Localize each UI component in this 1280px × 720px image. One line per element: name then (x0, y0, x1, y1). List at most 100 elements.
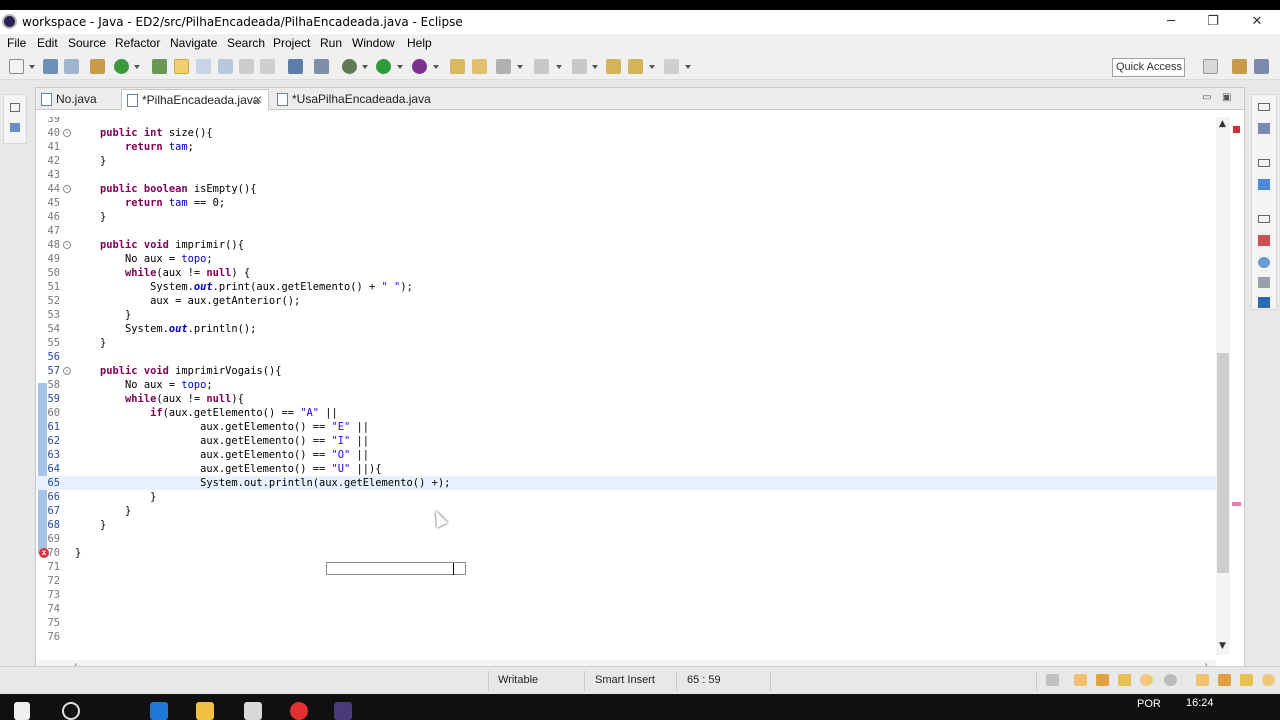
code-line[interactable]: 67 } (36, 504, 1216, 518)
code-line[interactable]: 68 } (36, 518, 1216, 532)
close-button[interactable]: ✕ (1242, 12, 1272, 32)
code-line[interactable]: 70} (36, 546, 1216, 560)
code-line[interactable]: 59 while(aux != null){ (36, 392, 1216, 406)
new-icon[interactable] (9, 59, 24, 74)
code-line[interactable]: 63 aux.getElemento() == "O" || (36, 448, 1216, 462)
search-dropdown-icon[interactable] (517, 65, 523, 69)
back-dropdown-icon[interactable] (649, 65, 655, 69)
code-line[interactable]: 75 (36, 616, 1216, 630)
heap-icon[interactable] (1262, 674, 1275, 686)
code-line[interactable]: 73 (36, 588, 1216, 602)
code-line[interactable]: 42 } (36, 154, 1216, 168)
code-line[interactable]: 55 } (36, 336, 1216, 350)
code-line[interactable]: 61 aux.getElemento() == "E" || (36, 420, 1216, 434)
run-icon[interactable] (376, 59, 391, 74)
bookmarks-icon[interactable] (1096, 674, 1109, 686)
fold-toggle-icon[interactable]: - (63, 241, 71, 249)
forward-dropdown-icon[interactable] (685, 65, 691, 69)
toggle-mark-occurrences-icon[interactable] (174, 59, 189, 74)
input-language[interactable]: POR (1137, 698, 1161, 710)
code-line[interactable]: 60 if(aux.getElemento() == "A" || (36, 406, 1216, 420)
problems-icon[interactable] (1258, 235, 1270, 246)
open-type-icon[interactable] (152, 59, 167, 74)
show-view-icon[interactable] (1046, 674, 1059, 686)
code-line[interactable]: 46 } (36, 210, 1216, 224)
menu-run[interactable]: Run (320, 36, 342, 50)
package-icon[interactable] (90, 59, 105, 74)
code-line[interactable]: 72 (36, 574, 1216, 588)
open-perspective-icon[interactable] (1203, 59, 1218, 74)
code-line[interactable]: 50 while(aux != null) { (36, 266, 1216, 280)
store-icon[interactable] (244, 702, 262, 720)
fold-toggle-icon[interactable]: - (63, 367, 71, 375)
menu-window[interactable]: Window (352, 36, 395, 50)
code-line[interactable]: 43 (36, 168, 1216, 182)
clock-time[interactable]: 16:24 (1186, 697, 1214, 709)
menu-navigate[interactable]: Navigate (170, 36, 217, 50)
pilcrow-icon[interactable] (260, 59, 275, 74)
console-icon[interactable] (288, 59, 303, 74)
external-tools-icon[interactable] (412, 59, 427, 74)
menu-project[interactable]: Project (273, 36, 310, 50)
scroll-up-icon[interactable]: ▲ (1219, 119, 1226, 129)
menu-edit[interactable]: Edit (37, 36, 58, 50)
minimize-button[interactable]: ─ (1156, 12, 1186, 32)
code-line[interactable]: 41 return tam; (36, 140, 1216, 154)
package-explorer-icon[interactable] (10, 123, 20, 132)
next-annotation-icon[interactable] (534, 59, 549, 74)
task-list-icon[interactable] (1258, 123, 1270, 134)
run-dropdown-icon[interactable] (397, 65, 403, 69)
code-line[interactable]: 62 aux.getElemento() == "I" || (36, 434, 1216, 448)
search-view-icon[interactable] (1118, 674, 1131, 686)
fold-toggle-icon[interactable]: - (63, 185, 71, 193)
code-editor[interactable]: 39 40- public int size(){41 return tam; 42… (36, 117, 1216, 647)
menu-help[interactable]: Help (407, 36, 432, 50)
file-explorer-icon[interactable] (196, 702, 214, 720)
open-folder-icon[interactable] (450, 59, 465, 74)
quick-access-field[interactable]: Quick Access (1112, 58, 1185, 77)
start-icon[interactable] (14, 702, 30, 720)
external-dropdown-icon[interactable] (433, 65, 439, 69)
search-icon[interactable] (496, 59, 511, 74)
minimize-editor-icon[interactable]: ▭ (1202, 92, 1211, 103)
menu-search[interactable]: Search (227, 36, 265, 50)
code-line[interactable]: 44- public boolean isEmpty(){ (36, 182, 1216, 196)
back-icon[interactable] (628, 59, 643, 74)
open-task-icon[interactable] (472, 59, 487, 74)
code-line[interactable]: 52 aux = aux.getAnterior(); (36, 294, 1216, 308)
code-line[interactable]: 66 } (36, 490, 1216, 504)
code-line[interactable]: 54 System.out.println(); (36, 322, 1216, 336)
code-line[interactable]: 74 (36, 602, 1216, 616)
code-line[interactable]: 53 } (36, 308, 1216, 322)
debug-dropdown-icon[interactable] (362, 65, 368, 69)
last-edit-location-icon[interactable] (606, 59, 621, 74)
restore-icon[interactable] (1258, 215, 1270, 223)
occurrence-marker[interactable] (1232, 502, 1241, 506)
overview-ruler[interactable] (1230, 117, 1244, 655)
menu-file[interactable]: File (7, 36, 26, 50)
eclipse-taskbar-icon[interactable] (334, 702, 352, 720)
maximize-editor-icon[interactable]: ▣ (1222, 92, 1231, 103)
code-line[interactable]: 56 (36, 350, 1216, 364)
new-dropdown-icon[interactable] (29, 65, 35, 69)
data-source-icon[interactable] (1218, 674, 1231, 686)
show-whitespace-icon[interactable] (239, 59, 254, 74)
progress-icon[interactable] (1140, 674, 1153, 686)
code-line[interactable]: 51 System.out.print(aux.getElemento() + … (36, 280, 1216, 294)
toggle-block-icon[interactable] (196, 59, 211, 74)
scrollbar-thumb[interactable] (1217, 353, 1229, 573)
code-line[interactable]: 40- public int size(){ (36, 126, 1216, 140)
debug-icon[interactable] (342, 59, 357, 74)
code-line[interactable]: 69 (36, 532, 1216, 546)
code-line[interactable]: 64 aux.getElemento() == "U" ||){ (36, 462, 1216, 476)
tab-usapilhaencadeada-java[interactable]: *UsaPilhaEncadeada.java (272, 89, 432, 110)
java-perspective-icon[interactable] (1254, 59, 1269, 74)
servers-icon[interactable] (1196, 674, 1209, 686)
close-tab-icon[interactable]: ✕ (253, 90, 263, 110)
declaration-icon[interactable] (1258, 277, 1270, 288)
outline-icon[interactable] (1258, 179, 1270, 190)
previous-annotation-icon[interactable] (572, 59, 587, 74)
tasks-icon[interactable] (1074, 674, 1087, 686)
save-all-icon[interactable] (64, 59, 79, 74)
forward-icon[interactable] (664, 59, 679, 74)
